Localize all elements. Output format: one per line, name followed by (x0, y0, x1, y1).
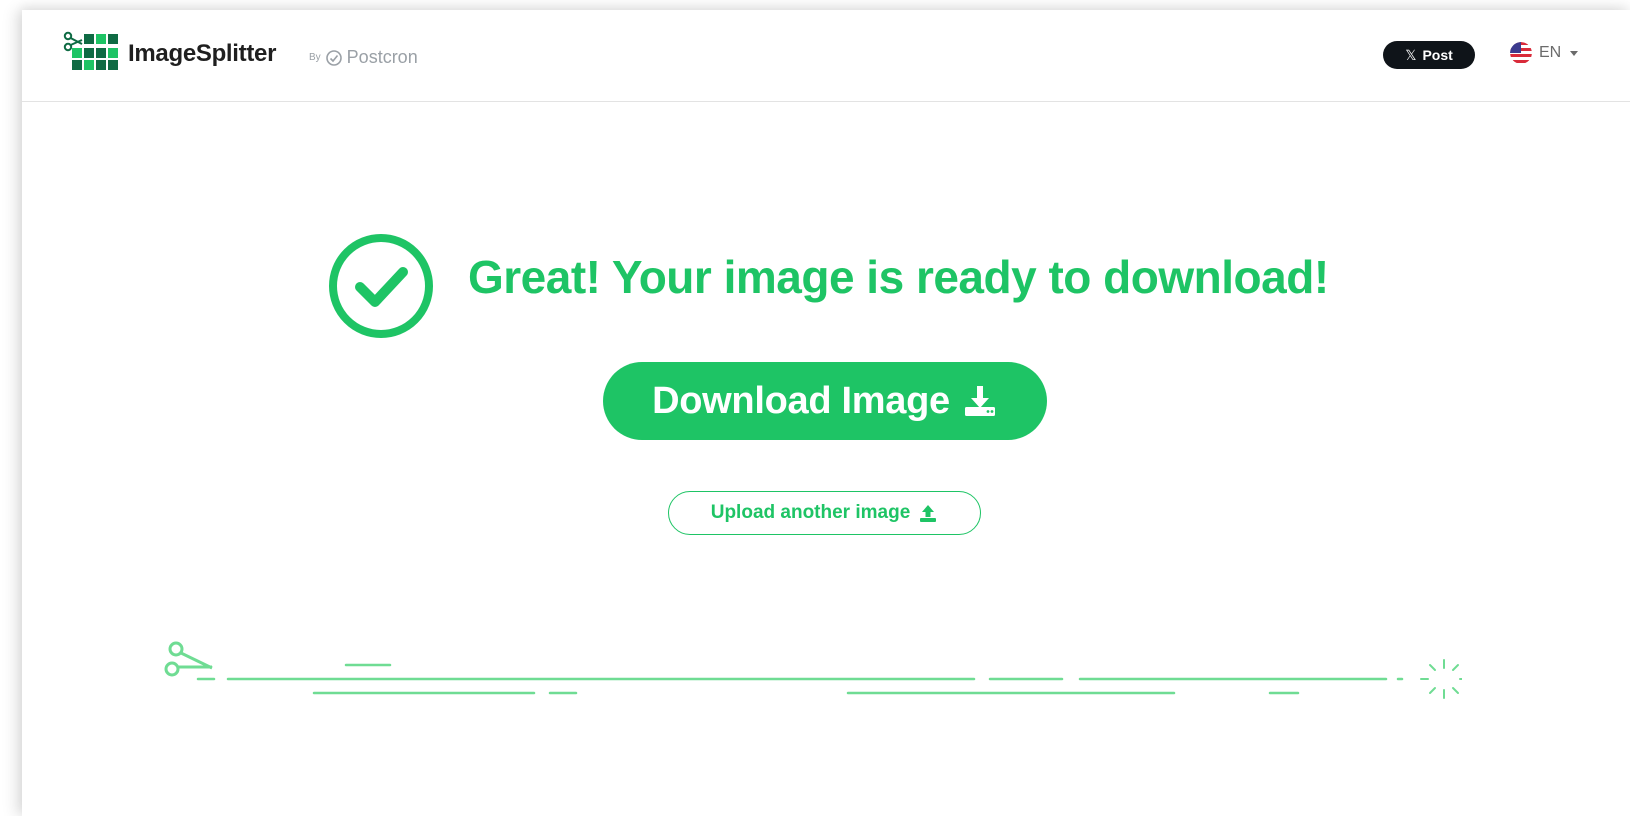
success-headline: Great! Your image is ready to download! (468, 251, 1329, 303)
logo-icon[interactable] (62, 30, 118, 78)
upload-button-label: Upload another image (710, 502, 911, 523)
download-button-label: Download Image (652, 379, 950, 422)
post-button-label: Post (1422, 47, 1453, 63)
check-circle-icon (329, 234, 433, 338)
app-window: ImageSplitter By Postcron 𝕏 Post EN Grea… (22, 10, 1630, 816)
postcron-link[interactable]: By Postcron (309, 47, 418, 68)
sparkle-icon (1420, 659, 1462, 699)
upload-another-image-button[interactable]: Upload another image (668, 491, 981, 535)
us-flag-icon (1510, 42, 1532, 64)
language-selector[interactable]: EN (1510, 42, 1579, 64)
x-icon: 𝕏 (1405, 46, 1417, 63)
caret-down-icon (1570, 50, 1579, 56)
postcron-clock-icon (325, 49, 342, 66)
x-post-button[interactable]: 𝕏 Post (1383, 41, 1475, 69)
brand-name[interactable]: ImageSplitter (128, 40, 276, 68)
scissors-cut-decoration (164, 641, 1462, 699)
by-label: By (309, 52, 321, 63)
partner-name: Postcron (346, 47, 418, 67)
download-icon (964, 386, 995, 416)
upload-icon (920, 505, 937, 522)
top-header: ImageSplitter By Postcron 𝕏 Post EN (22, 10, 1630, 102)
download-image-button[interactable]: Download Image (603, 362, 1047, 440)
scissors-icon (164, 641, 213, 677)
language-label: EN (1539, 44, 1562, 61)
